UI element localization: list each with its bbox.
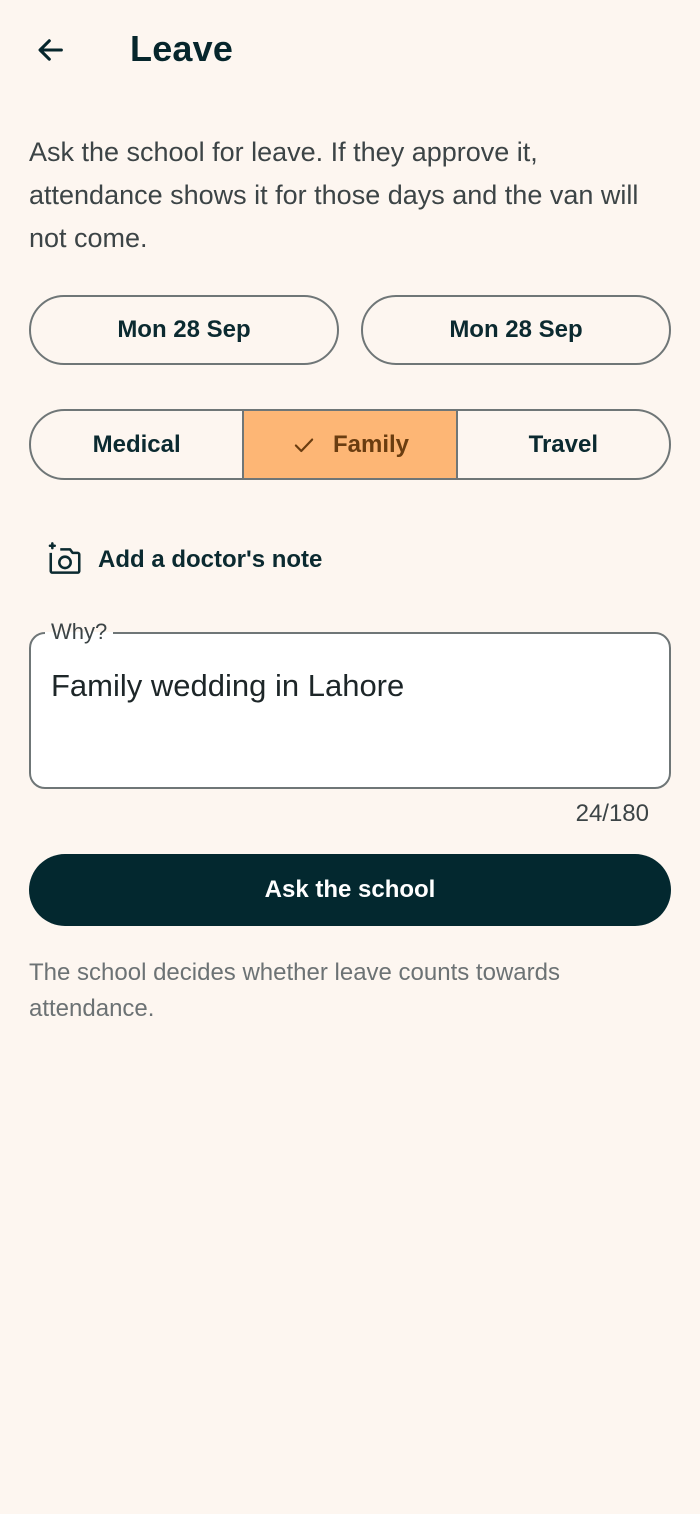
reason-option-label: Family	[332, 430, 409, 458]
reason-option-medical[interactable]: Medical	[31, 411, 242, 478]
why-text-field[interactable]: Why? Family wedding in Lahore	[29, 618, 671, 789]
ask-the-school-button[interactable]: Ask the school	[29, 854, 671, 926]
add-photo-camera-icon	[48, 542, 81, 574]
leave-screen: Leave Ask the school for leave. If they …	[0, 0, 700, 1514]
ask-the-school-label: Ask the school	[264, 876, 436, 903]
arrow-left-icon	[38, 39, 63, 61]
end-date-label: Mon 28 Sep	[449, 316, 583, 343]
reason-selector: Medical Family Travel	[29, 409, 671, 480]
character-counter: 24/180	[575, 800, 649, 827]
why-field-label: Why?	[45, 618, 114, 646]
reason-option-family[interactable]: Family	[242, 411, 456, 478]
add-doctors-note-button[interactable]: Add a doctor's note	[46, 536, 322, 584]
back-button[interactable]	[26, 26, 74, 74]
why-field-value[interactable]: Family wedding in Lahore	[51, 668, 404, 704]
footnote-text: The school decides whether leave counts …	[29, 959, 560, 1022]
check-icon	[291, 432, 317, 458]
start-date-label: Mon 28 Sep	[117, 316, 251, 343]
intro-text: Ask the school for leave. If they approv…	[29, 137, 639, 253]
page-title: Leave	[130, 28, 234, 69]
reason-option-travel[interactable]: Travel	[455, 411, 669, 478]
app-bar: Leave	[0, 0, 700, 100]
start-date-button[interactable]: Mon 28 Sep	[29, 295, 339, 365]
end-date-button[interactable]: Mon 28 Sep	[361, 295, 671, 365]
add-doctors-note-label: Add a doctor's note	[98, 546, 323, 573]
reason-option-label: Medical	[92, 430, 181, 458]
reason-option-label: Travel	[528, 430, 599, 458]
